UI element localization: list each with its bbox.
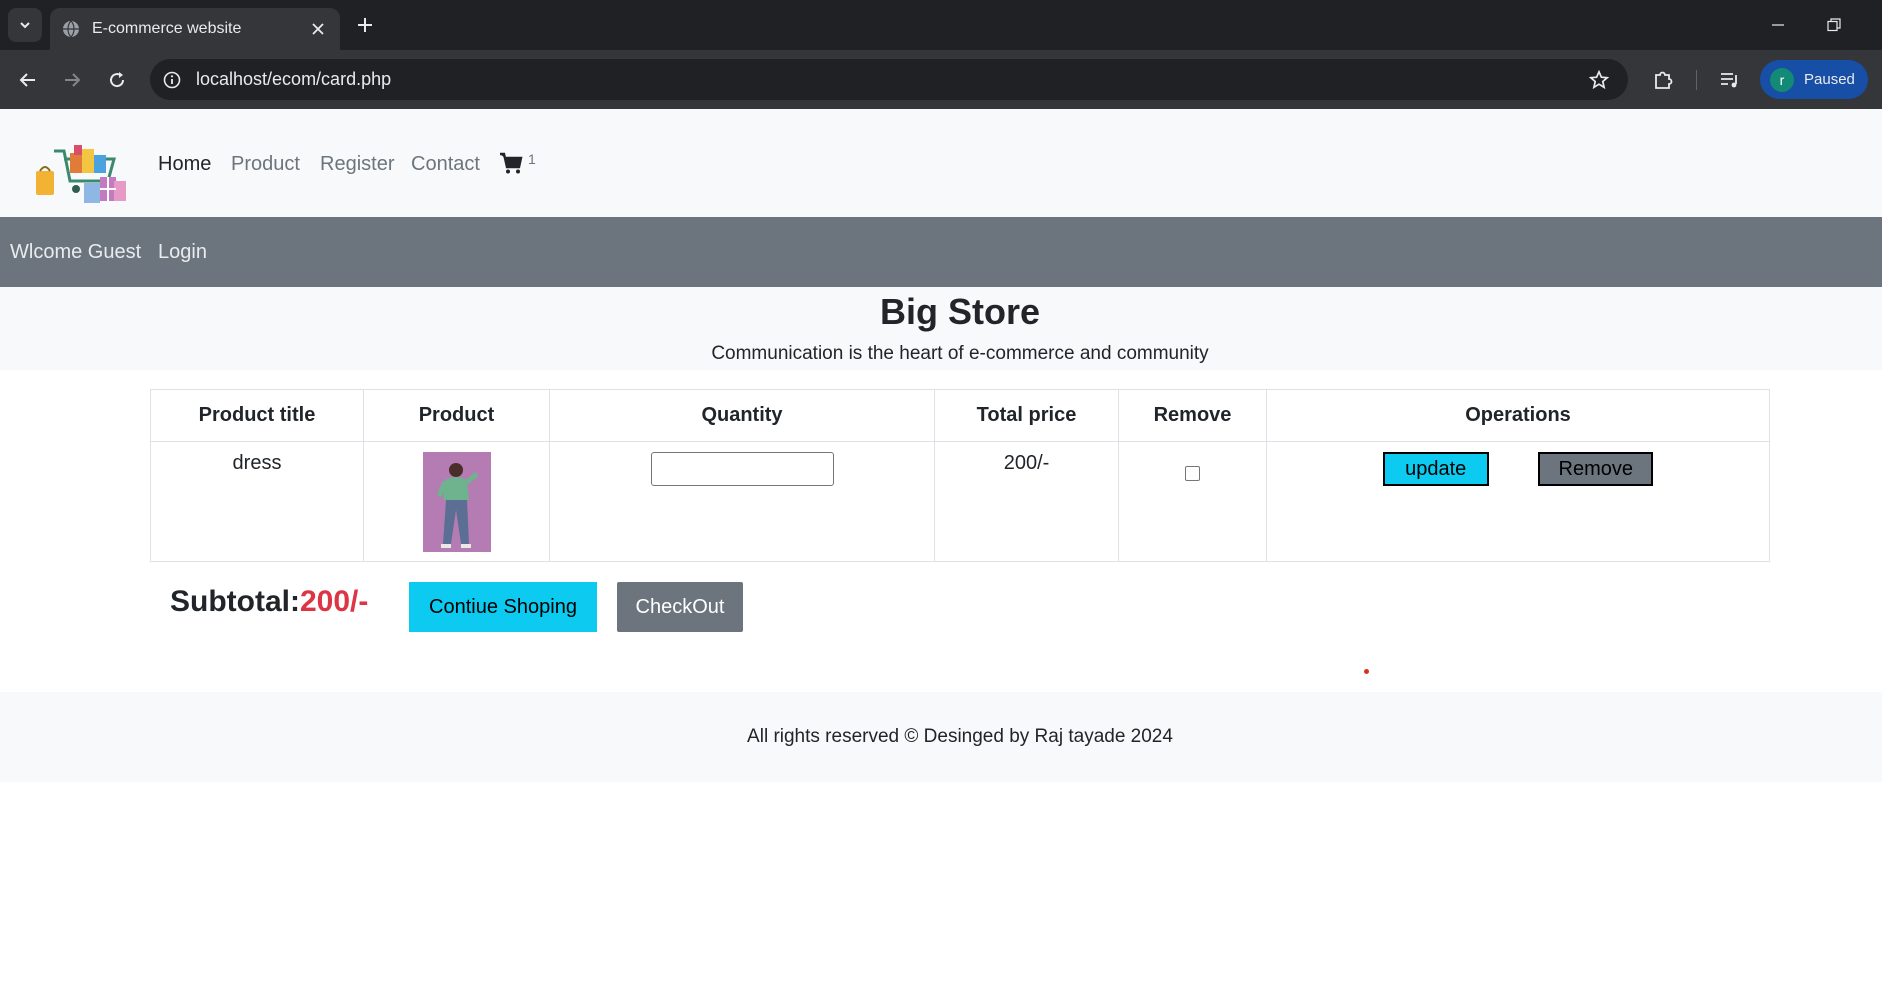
web-page: Home Product Register Contact 1 Wlcome G… (0, 109, 1882, 990)
media-controls-button[interactable] (1714, 65, 1744, 95)
footer-text: All rights reserved © Desinged by Raj ta… (747, 726, 1173, 747)
restore-window-button[interactable] (1814, 10, 1854, 40)
plus-icon (358, 18, 372, 32)
subtotal-label: Subtotal: (170, 585, 300, 618)
globe-icon (63, 20, 79, 38)
product-image (422, 452, 491, 552)
new-tab-button[interactable] (352, 12, 378, 38)
arrow-left-icon (19, 73, 35, 87)
column-header: Total price (934, 389, 1119, 442)
continue-shopping-button[interactable]: Contiue Shoping (409, 582, 597, 632)
chevron-down-icon (20, 22, 30, 29)
top-navbar: Home Product Register Contact 1 (0, 109, 1882, 217)
update-button[interactable]: update (1382, 452, 1489, 486)
store-header: Big Store Communication is the heart of … (0, 287, 1882, 370)
remove-cell (1118, 441, 1267, 562)
profile-status: Paused (1804, 71, 1855, 88)
toolbar-separator (1696, 70, 1697, 90)
quantity-input[interactable] (650, 452, 834, 486)
site-info-icon[interactable] (162, 70, 182, 90)
forward-button[interactable] (56, 64, 88, 96)
cart-count-badge: 1 (528, 151, 536, 167)
product-image-cell (363, 441, 550, 562)
tab-title: E-commerce website (92, 20, 242, 37)
address-bar[interactable]: localhost/ecom/card.php (150, 59, 1628, 100)
bookmark-star-icon[interactable] (1586, 67, 1612, 93)
column-header: Product (363, 389, 550, 442)
minimize-icon (1772, 24, 1784, 26)
url-text[interactable]: localhost/ecom/card.php (196, 69, 1586, 90)
column-header: Quantity (549, 389, 935, 442)
browser-tab-strip: E-commerce website (0, 0, 1882, 50)
table-row: dress 200/- update Remove (150, 441, 1770, 562)
minimize-window-button[interactable] (1758, 10, 1798, 40)
reload-button[interactable] (101, 64, 133, 96)
browser-toolbar: localhost/ecom/card.php r Paused (0, 50, 1882, 109)
operations-cell: update Remove (1266, 441, 1770, 562)
footer: All rights reserved © Desinged by Raj ta… (0, 692, 1882, 782)
cursor-dot (1364, 669, 1369, 674)
puzzle-icon (1655, 71, 1673, 89)
nav-home-link[interactable]: Home (158, 153, 211, 176)
table-header-row: Product title Product Quantity Total pri… (150, 389, 1770, 442)
reload-icon (110, 72, 125, 88)
avatar: r (1770, 67, 1794, 92)
shopping-cart-logo[interactable] (34, 137, 130, 207)
cart-table: Product title Product Quantity Total pri… (150, 389, 1770, 562)
restore-icon (1827, 18, 1841, 32)
extensions-button[interactable] (1648, 65, 1678, 95)
profile-button[interactable]: r Paused (1760, 60, 1868, 99)
store-tagline: Communication is the heart of e-commerce… (711, 343, 1209, 364)
cart-icon[interactable] (499, 151, 523, 175)
queue-music-icon (1721, 73, 1737, 88)
nav-contact-link[interactable]: Contact (411, 153, 480, 176)
nav-product-link[interactable]: Product (231, 153, 300, 176)
checkout-button[interactable]: CheckOut (617, 582, 743, 632)
nav-register-link[interactable]: Register (320, 153, 394, 176)
column-header: Product title (150, 389, 364, 442)
user-navbar: Wlcome Guest Login (0, 217, 1882, 287)
browser-tab[interactable]: E-commerce website (50, 8, 340, 50)
welcome-text: Wlcome Guest (10, 241, 142, 263)
remove-checkbox[interactable] (1185, 466, 1200, 481)
page-title: Big Store (879, 291, 1040, 332)
column-header: Operations (1266, 389, 1770, 442)
back-button[interactable] (12, 64, 44, 96)
login-link[interactable]: Login (158, 241, 207, 264)
product-title-cell: dress (150, 441, 364, 562)
close-tab-icon[interactable] (308, 19, 328, 39)
subtotal: Subtotal:200/- (170, 585, 368, 619)
column-header: Remove (1118, 389, 1267, 442)
tab-search-button[interactable] (8, 8, 42, 42)
total-price-cell: 200/- (934, 441, 1119, 562)
quantity-cell (549, 441, 935, 562)
remove-button[interactable]: Remove (1538, 452, 1654, 486)
arrow-right-icon (65, 73, 81, 87)
subtotal-amount: 200/- (299, 585, 369, 618)
